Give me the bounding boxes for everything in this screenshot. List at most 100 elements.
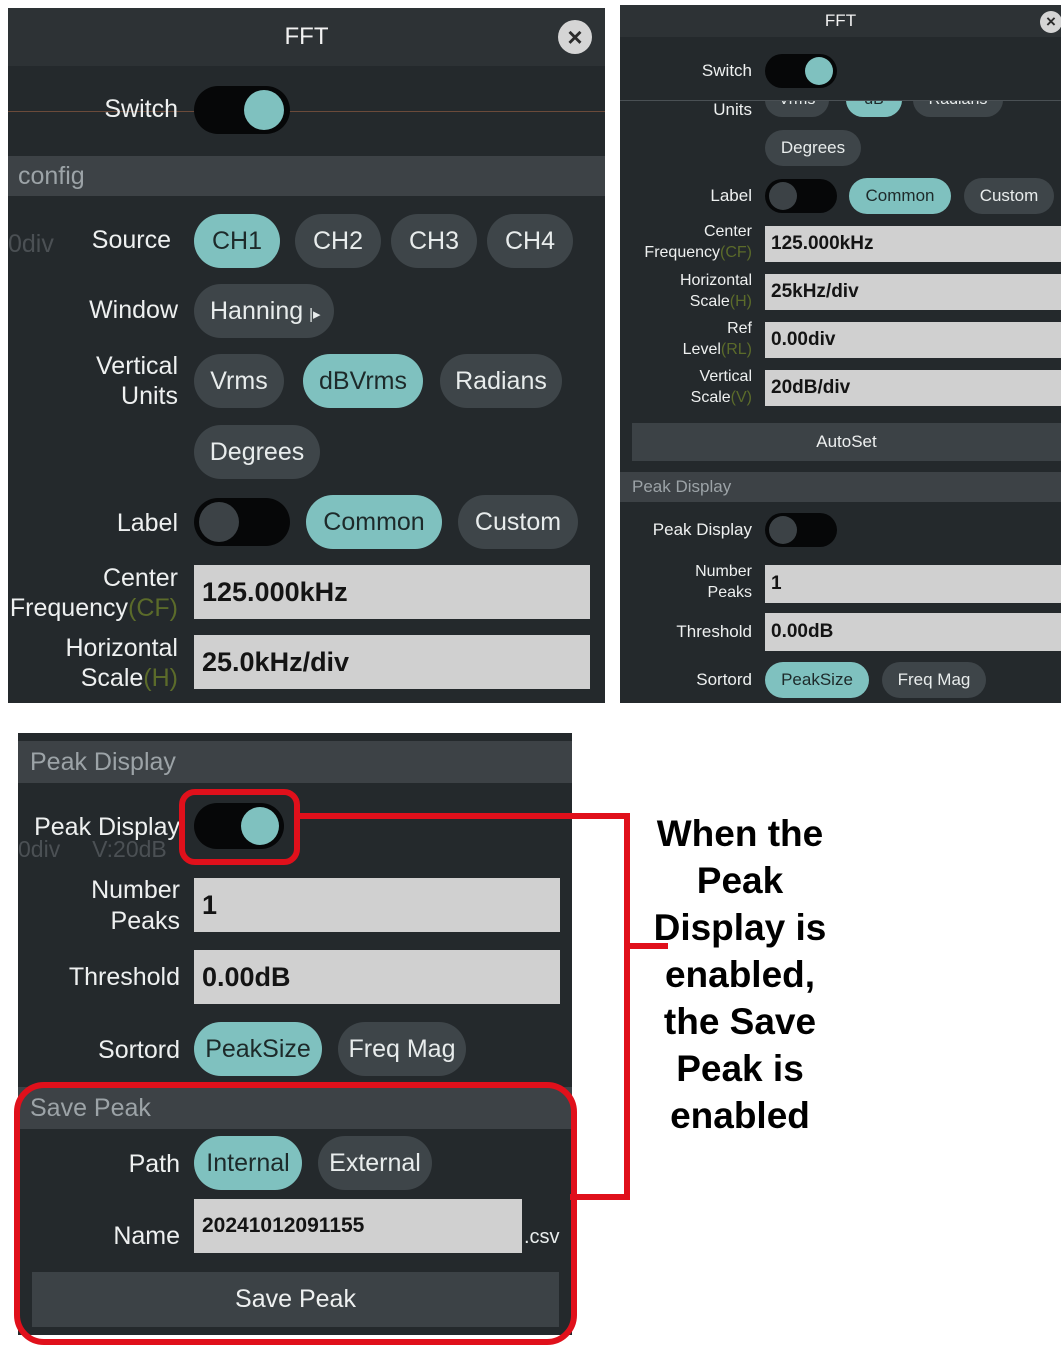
annotation-note: When the Peak Display is enabled, the Sa…	[653, 813, 827, 1136]
center-frequency-label-2: Frequency(CF)	[8, 594, 178, 623]
hs-label-suffix: (H)	[143, 664, 178, 692]
peak-display-section-title: Peak Display	[30, 748, 176, 776]
horizontal-scale-label-2: Scale(H)	[8, 664, 178, 693]
label-label: Label	[116, 509, 178, 537]
vs-label-text: Scale	[690, 389, 731, 406]
panel-title: FFT	[284, 23, 329, 50]
center-frequency-label-2: Frequency(CF)	[620, 244, 752, 262]
hs-label-text: Scale	[689, 293, 730, 310]
close-icon[interactable]: ×	[558, 20, 592, 54]
number-peaks-label-2: Peaks	[110, 907, 180, 935]
cf-label-suffix: (CF)	[720, 244, 752, 261]
sort-peaksize[interactable]: PeakSize	[194, 1022, 322, 1076]
label-label: Label	[710, 186, 752, 205]
toggle-knob	[199, 502, 239, 542]
close-icon[interactable]: ×	[1040, 11, 1061, 33]
switch-label: Switch	[701, 61, 752, 80]
panel-header: FFT	[620, 5, 1061, 37]
fft-panel-main: FFT × Switch config 0div Source CH1 CH2 …	[8, 8, 605, 703]
panel-title: FFT	[824, 11, 857, 30]
horizontal-scale-field[interactable]: 25.0kHz/div	[194, 635, 590, 689]
peak-display-toggle[interactable]	[765, 513, 837, 547]
peak-display-section-header: Peak Display	[18, 741, 572, 783]
label-toggle[interactable]	[765, 179, 837, 213]
vertical-units-label-2: Units	[121, 382, 178, 410]
center-frequency-field[interactable]: 125.000kHz	[194, 565, 590, 619]
units-vrms[interactable]: Vrms	[194, 354, 284, 408]
cf-label-suffix: (CF)	[128, 594, 178, 622]
rl-label-suffix: (RL)	[720, 341, 752, 358]
ref-level-label-1: Ref	[727, 320, 752, 337]
peak-display-section-header: Peak Display	[620, 472, 1061, 502]
cf-label-text: Frequency	[644, 244, 721, 261]
number-peaks-label-1: Number	[91, 876, 180, 904]
source-ch4[interactable]: CH4	[487, 214, 573, 268]
label-custom[interactable]: Custom	[458, 495, 578, 549]
threshold-label: Threshold	[676, 622, 752, 641]
source-ch1[interactable]: CH1	[194, 214, 280, 268]
center-frequency-field[interactable]: 125.000kHz	[765, 226, 1061, 262]
label-toggle[interactable]	[194, 498, 290, 546]
sortord-label: Sortord	[98, 1036, 180, 1064]
threshold-field[interactable]: 0.00dB	[194, 950, 560, 1004]
center-frequency-label-1: Center	[703, 223, 752, 240]
horizontal-scale-field[interactable]: 25kHz/div	[765, 274, 1061, 310]
peak-display-label: Peak Display	[34, 813, 180, 841]
vertical-scale-label-1: Vertical	[699, 368, 752, 385]
rl-label-text: Level	[682, 341, 721, 358]
sort-freq-mag[interactable]: Freq Mag	[882, 662, 986, 698]
sort-peaksize[interactable]: PeakSize	[765, 662, 869, 698]
connector-line-bottom	[570, 1194, 630, 1200]
horizontal-scale-label-2: Scale(H)	[620, 293, 752, 311]
vertical-units-label-1: Vertical	[96, 352, 178, 380]
label-custom[interactable]: Custom	[964, 178, 1054, 214]
source-ch2[interactable]: CH2	[295, 214, 381, 268]
number-peaks-value: 1	[771, 573, 782, 594]
connector-line-vertical	[624, 813, 630, 1200]
config-section-header: config	[8, 156, 605, 196]
save-peak-section-highlight	[14, 1082, 577, 1345]
hs-label-suffix: (H)	[729, 293, 752, 310]
threshold-label: Threshold	[68, 963, 180, 991]
autoset-button[interactable]: AutoSet	[632, 423, 1061, 461]
config-section-title: config	[18, 162, 85, 190]
fft-switch-toggle[interactable]	[765, 54, 837, 88]
label-common[interactable]: Common	[306, 495, 442, 549]
peak-display-section-title: Peak Display	[632, 477, 732, 496]
window-value: Hanning	[210, 297, 304, 325]
label-common[interactable]: Common	[849, 178, 951, 214]
vertical-scale-label-2: Scale(V)	[620, 389, 752, 407]
units-degrees[interactable]: Degrees	[194, 425, 320, 479]
threshold-value: 0.00dB	[202, 962, 291, 992]
toggle-knob	[769, 516, 797, 544]
center-frequency-value: 125.000kHz	[202, 577, 348, 607]
vertical-scale-value: 20dB/div	[771, 377, 851, 398]
horizontal-scale-label-1: Horizontal	[65, 634, 178, 662]
fft-panel-scrolled: FFT × Switch Units Vrms dB Radians Degre…	[620, 5, 1061, 703]
toggle-knob	[769, 182, 797, 210]
number-peaks-field[interactable]: 1	[194, 878, 560, 932]
center-frequency-label-1: Center	[102, 564, 178, 592]
peak-display-toggle-highlight	[179, 789, 300, 865]
number-peaks-label-1: Number	[695, 563, 752, 580]
units-dbvrms[interactable]: dBVrms	[303, 354, 423, 408]
units-radians[interactable]: Radians	[440, 354, 562, 408]
ref-level-field[interactable]: 0.00div	[765, 322, 1061, 358]
units-degrees[interactable]: Degrees	[765, 130, 861, 166]
vertical-scale-field[interactable]: 20dB/div	[765, 370, 1061, 406]
units-label: Units	[713, 100, 752, 119]
window-label: Window	[89, 296, 178, 324]
fft-switch-toggle[interactable]	[194, 86, 290, 134]
sort-freq-mag[interactable]: Freq Mag	[338, 1022, 466, 1076]
source-ch3[interactable]: CH3	[391, 214, 477, 268]
window-select[interactable]: Hanning |▸	[194, 284, 334, 338]
cf-label-text: Frequency	[9, 594, 129, 622]
number-peaks-label-2: Peaks	[707, 584, 752, 601]
threshold-field[interactable]: 0.00dB	[765, 613, 1061, 651]
number-peaks-field[interactable]: 1	[765, 565, 1061, 603]
threshold-value: 0.00dB	[771, 621, 834, 642]
hs-label-text: Scale	[80, 664, 144, 692]
peak-display-label: Peak Display	[652, 520, 752, 539]
switch-label: Switch	[104, 95, 178, 123]
center-frequency-value: 125.000kHz	[771, 233, 874, 254]
